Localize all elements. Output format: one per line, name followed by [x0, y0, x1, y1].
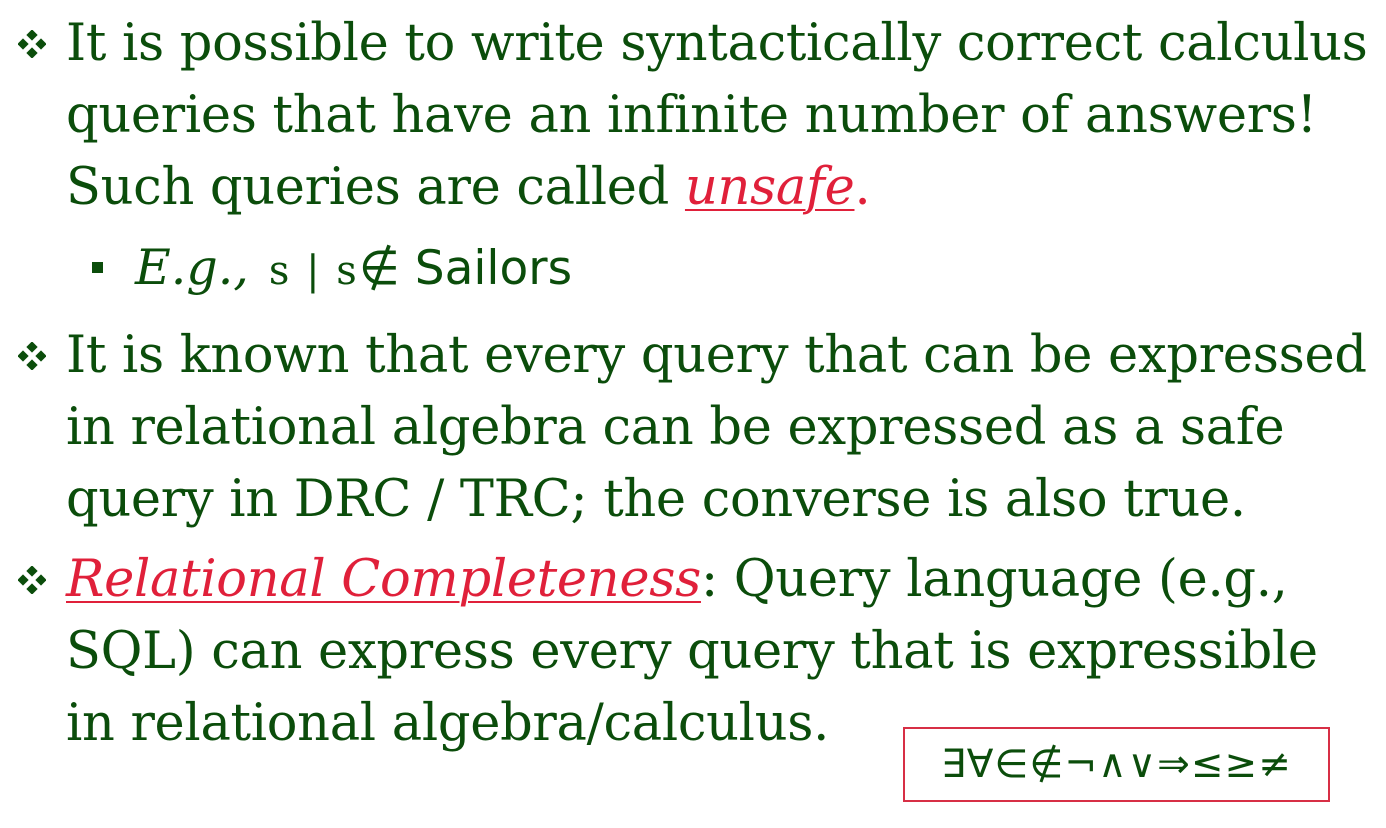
text-fragment: : Query language (e.g., [700, 550, 1288, 609]
example-query: s | s [268, 248, 359, 294]
text-fragment: Such queries are called [66, 158, 685, 217]
diamond-bullet-icon [18, 30, 46, 58]
bullet-line: Such queries are called unsafe. [66, 152, 1372, 224]
not-element-of-symbol: ∉ [358, 241, 400, 296]
bullet-line: in relational algebra can be expressed a… [66, 398, 1285, 457]
term-unsafe: unsafe [684, 158, 855, 217]
example-relation: Sailors [399, 241, 573, 296]
diamond-bullet-icon [18, 566, 46, 594]
bullet-line: Relational Completeness: Query language … [66, 544, 1372, 616]
text-fragment: . [854, 158, 871, 217]
bullet-line: It is possible to write syntactically co… [66, 14, 1368, 73]
bullet-safe-queries: It is known that every query that can be… [18, 320, 1372, 536]
bullet-unsafe-queries: It is possible to write syntactically co… [18, 8, 1372, 224]
term-relational-completeness: Relational Completeness [66, 550, 701, 609]
example-prefix: E.g., [135, 239, 249, 296]
logic-symbols-box: ∃∀∈∉¬∧∨⇒≤≥≠ [903, 727, 1330, 802]
example-sub-bullet: E.g., s | s∉ Sailors [92, 236, 572, 303]
diamond-bullet-icon [18, 342, 46, 370]
slide: It is possible to write syntactically co… [0, 0, 1386, 828]
bullet-line: SQL) can express every query that is exp… [66, 622, 1318, 681]
bullet-line: query in DRC / TRC; the converse is also… [66, 470, 1246, 529]
bullet-line: queries that have an infinite number of … [66, 86, 1317, 145]
bullet-line: It is known that every query that can be… [66, 326, 1367, 385]
square-bullet-icon [92, 262, 103, 273]
